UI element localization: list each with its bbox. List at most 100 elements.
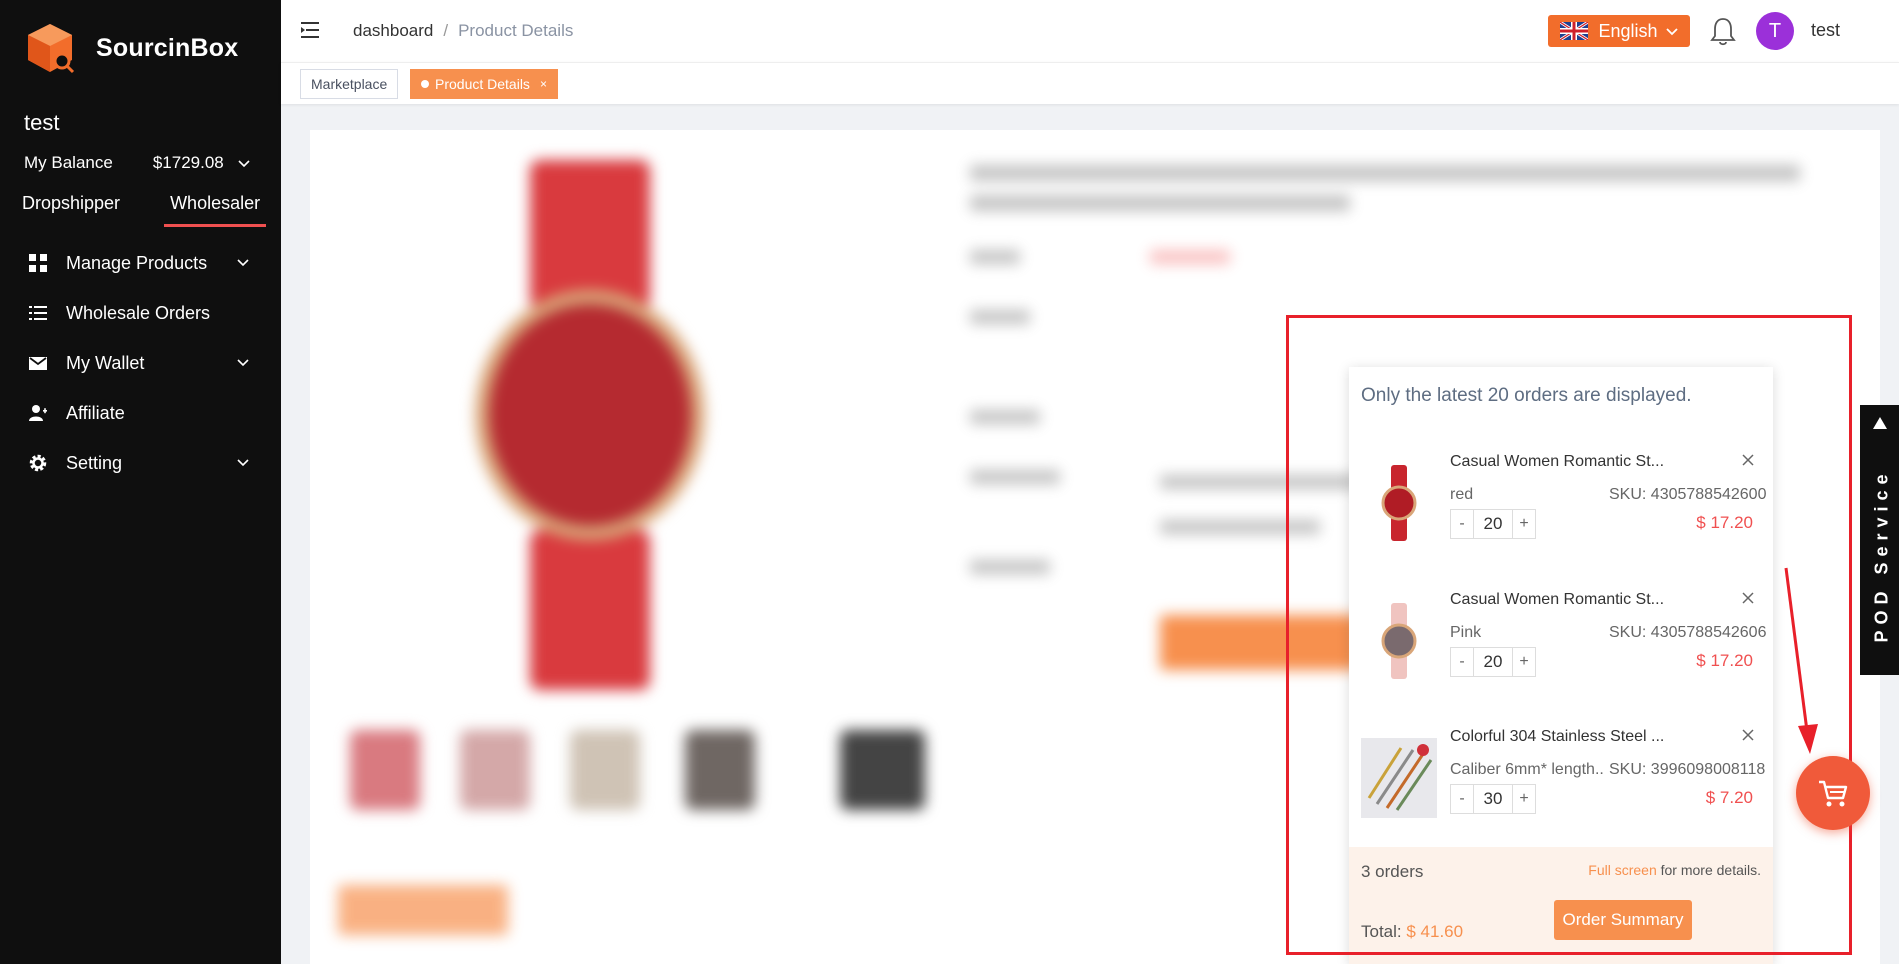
tag-label: Product Details xyxy=(435,76,530,92)
language-select[interactable]: English xyxy=(1548,15,1690,47)
decrease-button[interactable]: - xyxy=(1451,653,1473,671)
cart-footer: 3 orders Full screen for more details. T… xyxy=(1349,847,1773,964)
item-variant: Caliber 6mm* length... xyxy=(1450,761,1605,778)
tag-label: Marketplace xyxy=(311,76,388,92)
active-dot-icon xyxy=(421,80,429,88)
brand[interactable]: SourcinBox xyxy=(24,22,238,74)
chevron-down-icon[interactable] xyxy=(238,157,250,169)
breadcrumb-current: Product Details xyxy=(458,21,574,40)
gear-icon xyxy=(29,454,47,472)
triangle-up-icon xyxy=(1873,417,1887,429)
item-variant: red xyxy=(1450,486,1474,503)
cart-note: Only the latest 20 orders are displayed. xyxy=(1361,385,1692,406)
top-header: dashboard / Product Details English T test xyxy=(281,0,1899,62)
balance-row[interactable]: My Balance $1729.08 xyxy=(24,153,254,173)
sidebar-item-label: My Wallet xyxy=(66,352,145,373)
sidebar-item-label: Wholesale Orders xyxy=(66,302,211,323)
list-icon xyxy=(29,306,47,320)
fullscreen-note: Full screen for more details. xyxy=(1588,862,1761,878)
quantity-input[interactable]: 20 xyxy=(1473,510,1513,538)
decrease-button[interactable]: - xyxy=(1451,515,1473,533)
close-icon[interactable] xyxy=(1741,591,1755,605)
fullscreen-link[interactable]: Full screen xyxy=(1588,862,1656,878)
product-thumbnail[interactable] xyxy=(1361,463,1437,543)
increase-button[interactable]: + xyxy=(1513,653,1535,671)
decrease-button[interactable]: - xyxy=(1451,790,1473,808)
blurred-button xyxy=(338,885,508,935)
cart-popup: Only the latest 20 orders are displayed.… xyxy=(1349,367,1773,964)
sidebar-item-label: Setting xyxy=(66,452,123,473)
orders-count: 3 orders xyxy=(1361,862,1424,881)
sidebar-item-setting[interactable]: Setting xyxy=(0,438,281,488)
sidebar-item-my-wallet[interactable]: My Wallet xyxy=(0,338,281,388)
cart-item: Colorful 304 Stainless Steel ... Caliber… xyxy=(1349,724,1773,844)
item-price: $ 17.20 xyxy=(1696,651,1753,670)
cart-total: Total: $ 41.60 xyxy=(1361,922,1463,942)
total-label: Total: xyxy=(1361,922,1407,941)
pod-service-tab[interactable]: POD Service xyxy=(1860,405,1899,675)
item-sku: SKU: 3996098008118 xyxy=(1609,761,1766,778)
item-sku: SKU: 4305788542606 xyxy=(1609,624,1767,641)
product-image-blurred xyxy=(420,150,760,690)
cart-item: Casual Women Romantic St... red SKU: 430… xyxy=(1349,449,1773,569)
item-name[interactable]: Colorful 304 Stainless Steel ... xyxy=(1450,728,1664,746)
header-user-name[interactable]: test xyxy=(1811,20,1840,41)
tab-wholesaler[interactable]: Wholesaler xyxy=(164,193,267,227)
tags-view: Marketplace Product Details × xyxy=(281,62,1899,104)
balance-value: $1729.08 xyxy=(152,153,224,172)
bell-icon[interactable] xyxy=(1709,16,1737,46)
quantity-stepper: - 30 + xyxy=(1450,784,1536,814)
sidebar-item-manage-products[interactable]: Manage Products xyxy=(0,238,281,288)
quantity-stepper: - 20 + xyxy=(1450,647,1536,677)
avatar[interactable]: T xyxy=(1756,12,1794,50)
product-thumbnail[interactable] xyxy=(1361,601,1437,681)
sidebar-item-wholesale-orders[interactable]: Wholesale Orders xyxy=(0,288,281,338)
role-tabs: Dropshipper Wholesaler xyxy=(22,193,310,227)
arrow-annotation-icon xyxy=(1784,567,1818,754)
product-thumbnail[interactable] xyxy=(1361,738,1437,818)
sidebar-menu: Manage Products Wholesale Orders My Wall… xyxy=(0,238,281,488)
sidebar-item-affiliate[interactable]: Affiliate xyxy=(0,388,281,438)
cart-icon xyxy=(1819,780,1848,807)
tab-dropshipper[interactable]: Dropshipper xyxy=(22,193,120,227)
breadcrumb-dashboard[interactable]: dashboard xyxy=(353,21,433,40)
total-value: $ 41.60 xyxy=(1406,922,1464,941)
chevron-down-icon xyxy=(237,359,249,367)
grid-icon xyxy=(29,254,47,272)
menu-toggle-icon[interactable] xyxy=(301,20,323,40)
item-sku: SKU: 4305788542600 xyxy=(1609,486,1767,503)
tag-product-details[interactable]: Product Details × xyxy=(410,69,558,99)
item-name[interactable]: Casual Women Romantic St... xyxy=(1450,591,1664,609)
item-name[interactable]: Casual Women Romantic St... xyxy=(1450,453,1664,471)
balance-label: My Balance xyxy=(24,153,113,172)
item-variant: Pink xyxy=(1450,624,1482,641)
quantity-input[interactable]: 20 xyxy=(1473,648,1513,676)
sidebar-user-name: test xyxy=(24,110,60,135)
envelope-icon xyxy=(29,357,47,370)
item-price: $ 17.20 xyxy=(1696,513,1753,532)
quantity-input[interactable]: 30 xyxy=(1473,785,1513,813)
fullscreen-note-text: for more details. xyxy=(1656,862,1761,878)
sidebar-item-label: Affiliate xyxy=(66,402,125,423)
chevron-down-icon xyxy=(1665,28,1678,36)
sidebar-item-label: Manage Products xyxy=(66,252,208,273)
chevron-down-icon xyxy=(237,459,249,467)
user-add-icon xyxy=(29,405,47,421)
close-icon[interactable] xyxy=(1741,728,1755,742)
close-icon[interactable] xyxy=(1741,453,1755,467)
increase-button[interactable]: + xyxy=(1513,790,1535,808)
increase-button[interactable]: + xyxy=(1513,515,1535,533)
language-label: English xyxy=(1598,20,1658,41)
close-icon[interactable]: × xyxy=(540,77,547,91)
chevron-down-icon xyxy=(237,259,249,267)
brand-name: SourcinBox xyxy=(96,33,239,62)
tag-marketplace[interactable]: Marketplace xyxy=(300,69,399,99)
order-summary-button[interactable]: Order Summary xyxy=(1554,900,1692,940)
breadcrumb: dashboard / Product Details xyxy=(353,21,573,41)
quantity-stepper: - 20 + xyxy=(1450,509,1536,539)
breadcrumb-separator: / xyxy=(443,21,449,40)
logo-icon xyxy=(28,24,75,74)
item-price: $ 7.20 xyxy=(1705,788,1753,807)
floating-cart-button[interactable] xyxy=(1796,756,1870,830)
uk-flag-icon xyxy=(1560,22,1589,40)
